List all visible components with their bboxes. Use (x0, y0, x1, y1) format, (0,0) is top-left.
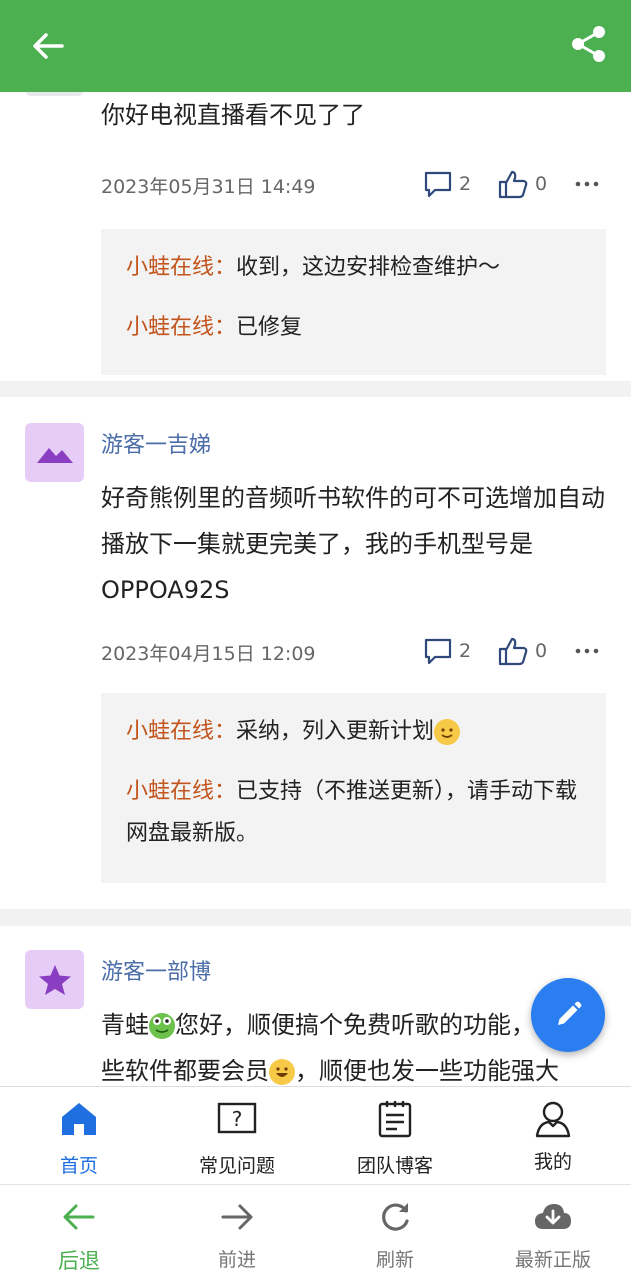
cloud-download-icon (535, 1204, 571, 1229)
tab-home[interactable]: 首页 (0, 1087, 158, 1185)
question-icon: ? (217, 1102, 257, 1134)
username[interactable]: 游客一部博 (101, 954, 211, 986)
avatar[interactable] (25, 423, 84, 482)
notepad-icon (378, 1101, 412, 1138)
frog-emoji-icon (149, 1013, 175, 1039)
like-button[interactable]: 0 (497, 166, 547, 202)
comment-meta: 2023年04月15日 12:09 2 0 (101, 633, 606, 669)
more-button[interactable] (575, 633, 599, 669)
top-bar (0, 0, 631, 92)
tab-team-blog[interactable]: 团队博客 (316, 1087, 474, 1185)
compose-button[interactable] (531, 978, 605, 1052)
pencil-icon (558, 1001, 582, 1025)
comment-meta: 2023年05月31日 14:49 2 0 (101, 166, 606, 202)
thumbs-up-icon (498, 637, 528, 666)
nav-back[interactable]: 后退 (0, 1185, 158, 1281)
nav-forward[interactable]: 前进 (158, 1185, 316, 1281)
back-arrow-icon (63, 1204, 95, 1230)
share-icon[interactable] (567, 22, 611, 66)
comment-feed[interactable]: 你好电视直播看不见了了 2023年05月31日 14:49 2 0 小蛙在线：收… (0, 92, 631, 1086)
tab-faq[interactable]: ? 常见问题 (158, 1087, 316, 1185)
comment-content: 好奇熊例里的音频听书软件的可不可选增加自动播放下一集就更完美了，我的手机型号是O… (101, 484, 605, 604)
tab-mine[interactable]: 我的 (474, 1087, 631, 1185)
user-icon (535, 1101, 571, 1138)
arrow-left-icon[interactable] (26, 24, 70, 68)
nav-latest-version[interactable]: 最新正版 (474, 1185, 631, 1281)
reply-box: 小蛙在线：收到，这边安排检查维护～ 小蛙在线：已修复 (101, 229, 606, 375)
browser-nav-bar: 后退 前进 刷新 最新正版 (0, 1184, 631, 1281)
avatar[interactable] (25, 950, 84, 1009)
comment-icon (424, 638, 452, 665)
star-icon (38, 964, 71, 995)
comment-icon (424, 171, 452, 198)
reply[interactable]: 小蛙在线：采纳，列入更新计划 (126, 711, 581, 753)
username[interactable]: 游客一吉娣 (101, 427, 211, 459)
svg-text:?: ? (232, 1107, 243, 1131)
comment-date: 2023年04月15日 12:09 (101, 643, 316, 665)
comment-card: 你好电视直播看不见了了 2023年05月31日 14:49 2 0 小蛙在线：收… (0, 92, 631, 381)
grin-emoji-icon (269, 1059, 295, 1085)
home-icon (62, 1103, 96, 1135)
reply[interactable]: 小蛙在线：收到，这边安排检查维护～ (126, 247, 581, 289)
more-icon (575, 648, 599, 654)
smile-emoji-icon (434, 719, 461, 745)
tab-bar: 首页 ? 常见问题 团队博客 我的 (0, 1086, 631, 1185)
like-button[interactable]: 0 (497, 633, 547, 669)
reply[interactable]: 小蛙在线：已修复 (126, 307, 581, 349)
comment-content: 你好电视直播看不见了了 (101, 101, 365, 129)
comment-card: 游客一吉娣 好奇熊例里的音频听书软件的可不可选增加自动播放下一集就更完美了，我的… (0, 397, 631, 909)
more-button[interactable] (575, 166, 599, 202)
comment-button[interactable]: 2 (423, 633, 471, 669)
refresh-icon (382, 1203, 409, 1231)
nav-refresh[interactable]: 刷新 (316, 1185, 474, 1281)
mountain-icon (36, 447, 73, 463)
reply[interactable]: 小蛙在线：已支持（不推送更新），请手动下载网盘最新版。 (126, 771, 581, 855)
more-icon (575, 181, 599, 187)
thumbs-up-icon (498, 170, 528, 199)
comment-date: 2023年05月31日 14:49 (101, 176, 316, 198)
forward-arrow-icon (221, 1204, 253, 1230)
avatar[interactable] (25, 92, 84, 96)
reply-box: 小蛙在线：采纳，列入更新计划 小蛙在线：已支持（不推送更新），请手动下载网盘最新… (101, 693, 606, 883)
comment-button[interactable]: 2 (423, 166, 471, 202)
